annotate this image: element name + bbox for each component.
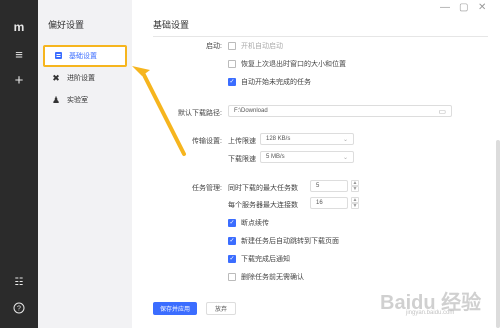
lab-icon: ♟ bbox=[51, 94, 61, 105]
stepper-down-icon[interactable]: ▼ bbox=[351, 186, 359, 192]
sidebar-title: 偏好设置 bbox=[48, 20, 85, 30]
sidebar-item-basic-settings[interactable]: 基础设置 bbox=[43, 45, 127, 67]
folder-icon[interactable]: ▭ bbox=[438, 107, 446, 116]
max-connections-stepper[interactable]: ▲ ▼ bbox=[351, 197, 359, 209]
page-title: 基础设置 bbox=[153, 20, 190, 30]
task-option-notify[interactable]: ✓ 下载完成后通知 bbox=[228, 254, 290, 264]
max-connections-input[interactable]: 16 bbox=[310, 197, 348, 209]
watermark-url: jingyan.baidu.com bbox=[406, 310, 455, 316]
checkbox-checked[interactable]: ✓ bbox=[228, 78, 236, 86]
advanced-settings-icon: ✖ bbox=[52, 72, 60, 83]
checkbox-checked[interactable]: ✓ bbox=[228, 219, 236, 227]
max-tasks-stepper[interactable]: ▲ ▼ bbox=[351, 180, 359, 192]
download-limit-select[interactable]: 5 MB/s ⌄ bbox=[260, 151, 354, 163]
svg-text:?: ? bbox=[17, 306, 21, 313]
settings-sidebar: 偏好设置 基础设置 ✖ 进阶设置 ♟ 实验室 bbox=[38, 0, 132, 328]
save-apply-button[interactable]: 保存并应用 bbox=[153, 302, 197, 315]
checkbox[interactable] bbox=[228, 60, 236, 68]
startup-label: 启动: bbox=[206, 43, 222, 50]
download-path-label: 默认下载路径: bbox=[178, 110, 222, 117]
title-divider bbox=[153, 36, 488, 37]
checkbox-checked[interactable]: ✓ bbox=[228, 237, 236, 245]
max-connections-label: 每个服务器最大连接数 bbox=[228, 202, 298, 209]
stepper-down-icon[interactable]: ▼ bbox=[351, 203, 359, 209]
tasks-label: 任务管理: bbox=[192, 185, 222, 192]
task-option-resume[interactable]: ✓ 断点续传 bbox=[228, 218, 269, 228]
discard-button[interactable]: 放弃 bbox=[206, 302, 236, 315]
upload-limit-label: 上传限速 bbox=[228, 138, 256, 145]
upload-limit-select[interactable]: 128 KB/s ⌄ bbox=[260, 133, 354, 145]
checkbox[interactable] bbox=[228, 273, 236, 281]
sidebar-item-lab[interactable]: ♟ 实验室 bbox=[43, 90, 127, 110]
max-tasks-label: 同时下载的最大任务数 bbox=[228, 185, 298, 192]
settings-content: 基础设置 启动: 开机自动启动 恢复上次退出时窗口的大小和位置 ✓ 自动开始未完… bbox=[132, 0, 500, 328]
menu-icon[interactable]: ≡ bbox=[10, 48, 28, 62]
app-logo-icon[interactable]: m bbox=[10, 20, 28, 34]
basic-settings-icon bbox=[53, 51, 63, 62]
sidebar-item-advanced-settings[interactable]: ✖ 进阶设置 bbox=[43, 68, 127, 88]
checkbox-checked[interactable]: ✓ bbox=[228, 255, 236, 263]
help-icon[interactable]: ? bbox=[10, 302, 28, 316]
scrollbar[interactable] bbox=[496, 140, 500, 328]
plus-icon[interactable]: + bbox=[10, 73, 28, 88]
sidebar-item-label: 基础设置 bbox=[69, 53, 97, 60]
download-path-input[interactable]: F:\Download ▭ bbox=[228, 105, 452, 117]
startup-option-restore-window[interactable]: 恢复上次退出时窗口的大小和位置 bbox=[228, 59, 346, 69]
checkbox[interactable] bbox=[228, 42, 236, 50]
max-tasks-input[interactable]: 5 bbox=[310, 180, 348, 192]
download-limit-label: 下载限速 bbox=[228, 156, 256, 163]
sidebar-item-label: 进阶设置 bbox=[67, 75, 95, 82]
sidebar-item-label: 实验室 bbox=[67, 97, 88, 104]
icon-rail: m ≡ + ☷ ? bbox=[0, 0, 38, 328]
startup-option-resume-tasks[interactable]: ✓ 自动开始未完成的任务 bbox=[228, 77, 311, 87]
transfer-label: 传输设置: bbox=[192, 138, 222, 145]
chevron-down-icon: ⌄ bbox=[342, 136, 348, 143]
sliders-icon[interactable]: ☷ bbox=[10, 276, 28, 290]
task-option-jump-to-download[interactable]: ✓ 新建任务后自动跳转到下载页面 bbox=[228, 236, 339, 246]
startup-option-autostart[interactable]: 开机自动启动 bbox=[228, 41, 283, 51]
task-option-no-confirm-delete[interactable]: 删除任务前无需确认 bbox=[228, 272, 304, 282]
chevron-down-icon: ⌄ bbox=[342, 154, 348, 161]
